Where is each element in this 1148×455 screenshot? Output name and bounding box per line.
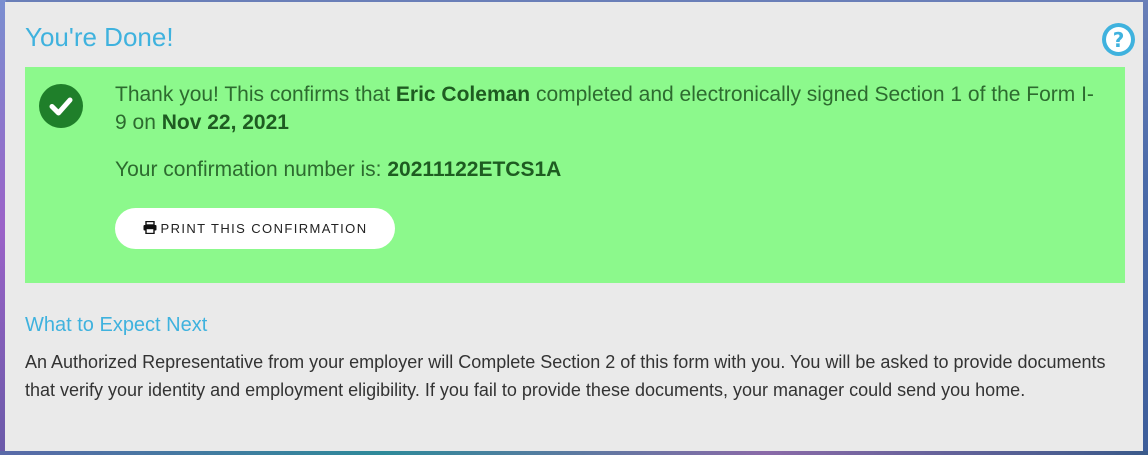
message-prefix: Thank you! This confirms that bbox=[115, 83, 396, 106]
question-circle-icon: ? bbox=[1106, 27, 1131, 52]
background-edge-bottom bbox=[0, 451, 1148, 455]
signed-date: Nov 22, 2021 bbox=[161, 111, 289, 134]
confirmation-number-label: Your confirmation number is: bbox=[115, 158, 388, 181]
confirmation-number: 20211122ETCS1A bbox=[387, 158, 562, 181]
success-banner: Thank you! This confirms that Eric Colem… bbox=[25, 67, 1125, 283]
page-title: You're Done! bbox=[25, 22, 174, 52]
next-steps-heading: What to Expect Next bbox=[25, 314, 208, 336]
confirmation-number-line: Your confirmation number is: 20211122ETC… bbox=[115, 158, 561, 182]
print-confirmation-button[interactable]: PRINT THIS CONFIRMATION bbox=[115, 208, 395, 249]
check-circle-icon bbox=[39, 84, 83, 128]
print-icon bbox=[143, 220, 157, 237]
next-steps-text: An Authorized Representative from your e… bbox=[25, 352, 1106, 400]
completion-panel: You're Done! ? Thank you! This confirms … bbox=[5, 2, 1143, 451]
confirmation-message: Thank you! This confirms that Eric Colem… bbox=[115, 81, 1095, 137]
print-button-label: PRINT THIS CONFIRMATION bbox=[160, 221, 368, 236]
employee-name: Eric Coleman bbox=[395, 83, 531, 106]
help-button[interactable]: ? bbox=[1102, 23, 1135, 56]
